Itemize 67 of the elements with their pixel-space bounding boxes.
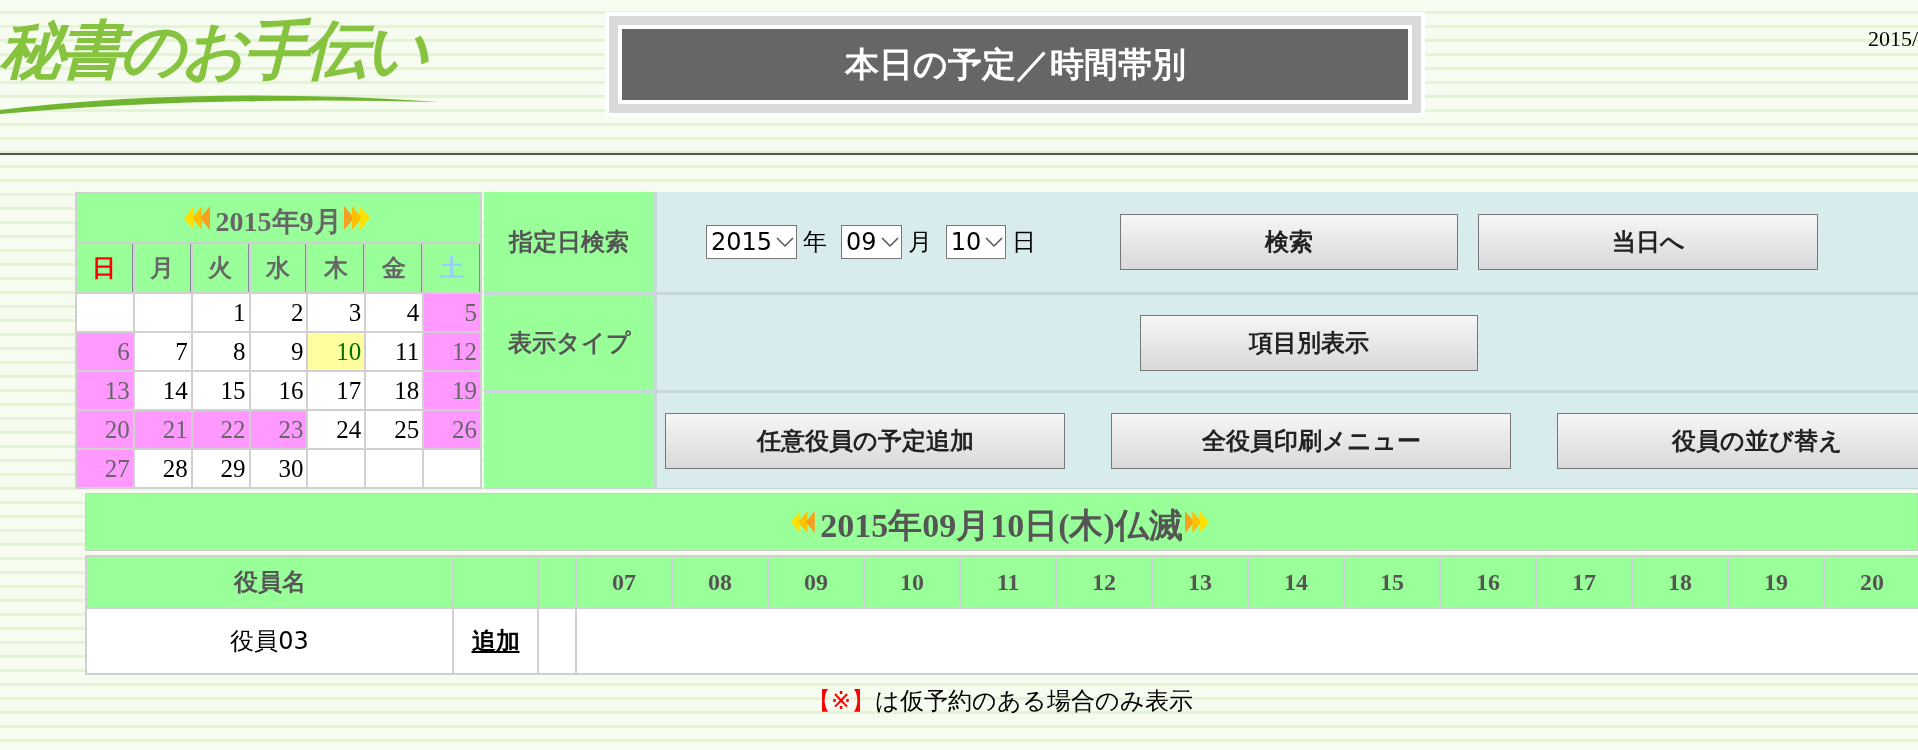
unit-label: 月 [907,227,932,258]
row-label: 指定日検索 [484,192,654,292]
column-header: 13 [1153,557,1247,607]
chevron-icon [880,236,899,248]
row-label: 表示タイプ [484,295,654,390]
column-header: 18 [1633,557,1727,607]
weekday-header: 金 [366,244,423,292]
column-header: 16 [1441,557,1535,607]
weekday-header: 水 [250,244,307,292]
column-header: 役員名 [87,557,452,607]
day-title: 2015年09月10日(木)仏滅 [820,505,1183,546]
calendar-day[interactable]: 8 [192,333,249,370]
column-header: 15 [1345,557,1439,607]
weekday-header: 月 [134,244,191,292]
calendar-day[interactable]: 24 [308,411,365,448]
calendar-day[interactable]: 29 [192,450,249,487]
empty-column-header [539,557,575,607]
weekday-header: 木 [308,244,365,292]
calendar-day[interactable]: 7 [134,333,191,370]
column-header: 12 [1057,557,1151,607]
weekday-header: 土 [424,244,480,292]
weekday-header: 火 [192,244,249,292]
note-text: 【※】は仮予約のある場合のみ表示 [806,686,1194,717]
column-header: 10 [865,557,959,607]
table-cell: 役員03 [87,609,452,673]
calendar-day[interactable]: 11 [366,333,423,370]
chevron-icon [776,236,795,248]
calendar-day[interactable]: 15 [192,372,249,409]
calendar-day[interactable]: 16 [250,372,307,409]
column-header: 20 [1825,557,1918,607]
calendar-day[interactable]: 1 [192,294,249,331]
today-button[interactable]: 当日へ [1478,214,1819,270]
column-header: 09 [769,557,863,607]
calendar-day[interactable]: 2 [250,294,307,331]
calendar-day[interactable]: 28 [134,450,191,487]
empty-table-cell [539,609,575,673]
action-button[interactable]: 任意役員の予定追加 [665,412,1065,469]
calendar-day[interactable]: 17 [308,372,365,409]
action-button[interactable]: 役員の並び替え [1557,412,1918,469]
column-header: 11 [961,557,1055,607]
calendar-day[interactable]: 18 [366,372,423,409]
column-header: 14 [1249,557,1343,607]
calendar-day[interactable]: 9 [250,333,307,370]
day-select[interactable]: 10 [945,225,1007,259]
calendar-month: 2015年9月 [215,205,342,239]
calendar-day[interactable]: 3 [308,294,365,331]
date-text: 2015/ [1867,25,1918,53]
unit-label: 年 [803,227,828,258]
chevron-icon [985,236,1004,248]
column-header: 19 [1729,557,1823,607]
calendar-day[interactable]: 30 [250,450,307,487]
search-button[interactable]: 検索 [1120,214,1459,270]
calendar-day[interactable]: 4 [366,294,423,331]
unit-label: 日 [1012,227,1037,258]
month-select[interactable]: 09 [841,225,902,259]
calendar-day[interactable]: 25 [366,411,423,448]
calendar-day[interactable]: 10 [308,333,365,370]
action-button[interactable]: 全役員印刷メニュー [1111,412,1511,469]
year-select[interactable]: 2015 [706,225,798,259]
column-header: 07 [577,557,671,607]
page-title: 本日の予定／時間帯別 [618,25,1412,104]
calendar-day[interactable]: 14 [134,372,191,409]
column-header: 17 [1537,557,1631,607]
column-header: 08 [673,557,767,607]
weekday-header: 日 [77,244,133,292]
add-link[interactable]: 追加 [471,623,520,659]
display-mode-button[interactable]: 項目別表示 [1140,314,1478,371]
